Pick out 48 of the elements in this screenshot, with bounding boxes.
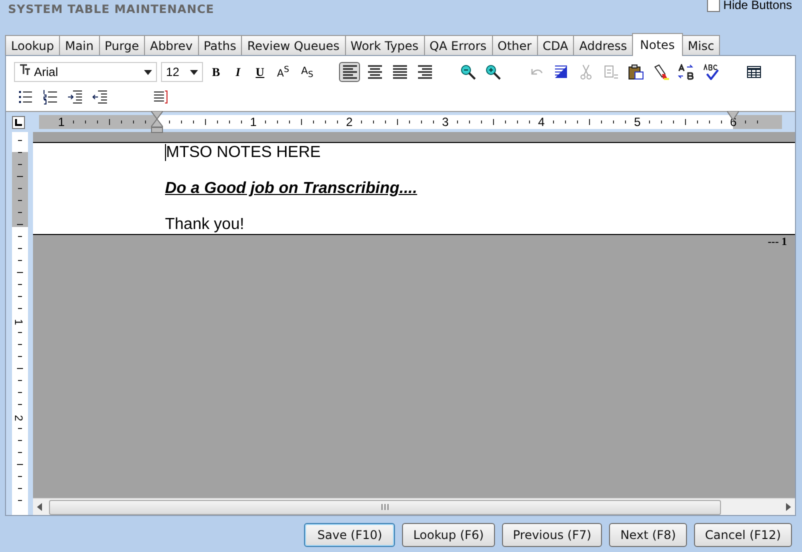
ruler-number: 2 <box>346 115 353 129</box>
ruler-number: 2 <box>12 414 24 422</box>
dialog-button[interactable]: Previous (F7) <box>502 523 602 547</box>
ruler-number: 5 <box>634 115 641 129</box>
tab[interactable]: Notes <box>632 33 683 56</box>
find-replace-icon[interactable] <box>675 62 696 82</box>
dialog-button[interactable]: Lookup (F6) <box>402 523 495 547</box>
scrollbar-thumb[interactable] <box>49 500 721 514</box>
ruler-number: 1 <box>250 115 257 129</box>
superscript-button[interactable]: A$^{S}$ <box>273 62 294 82</box>
align-left-icon[interactable] <box>339 62 360 82</box>
tab[interactable]: Other <box>492 35 538 55</box>
hide-buttons-label: Hide Buttons <box>723 0 792 12</box>
tab[interactable]: Main <box>58 35 100 55</box>
bold-button[interactable]: B <box>207 62 225 82</box>
tab[interactable]: Review Queues <box>241 35 346 55</box>
tab-stop-icon[interactable] <box>12 116 25 128</box>
indent-marker-icon[interactable] <box>151 111 163 133</box>
dropdown-caret-icon <box>144 70 152 74</box>
dropdown-caret-icon <box>190 70 198 74</box>
document-text: Do a Good job on Transcribing.... <box>165 180 418 198</box>
underline-button[interactable]: U <box>251 62 269 82</box>
tab[interactable]: QA Errors <box>424 35 493 55</box>
ruler-number: 1 <box>12 318 24 326</box>
tab[interactable]: Abbrev <box>144 35 199 55</box>
subscript-button[interactable]: A$_{S}$ <box>297 62 318 82</box>
window-title: SYSTEM TABLE MAINTENANCE <box>7 1 216 18</box>
document-text: MTSO NOTES HERE <box>165 144 321 162</box>
font-size-dropdown[interactable]: 12 <box>161 62 203 82</box>
ruler-number: 4 <box>538 115 545 129</box>
font-dropdown[interactable]: Arial <box>14 62 157 82</box>
document-text: Thank you! <box>165 216 244 234</box>
ruler-number: 1 <box>58 115 65 129</box>
tab[interactable]: CDA <box>536 35 574 55</box>
italic-button[interactable]: I <box>229 62 247 82</box>
dialog-button[interactable]: Cancel (F12) <box>694 523 792 547</box>
ruler-number: 3 <box>442 115 449 129</box>
page-number-marker: --- 1 <box>768 236 787 248</box>
tab[interactable]: Address <box>573 35 634 55</box>
tab[interactable]: Purge <box>98 35 145 55</box>
tab[interactable]: Paths <box>198 35 242 55</box>
hide-buttons-checkbox[interactable] <box>707 0 720 12</box>
dialog-button[interactable]: Save (F10) <box>304 523 396 547</box>
dialog-button[interactable]: Next (F8) <box>609 523 687 547</box>
horizontal-scrollbar[interactable] <box>33 498 795 515</box>
tab[interactable]: Misc <box>682 35 720 55</box>
tab[interactable]: Work Types <box>344 35 425 55</box>
tab[interactable]: Lookup <box>5 35 60 55</box>
